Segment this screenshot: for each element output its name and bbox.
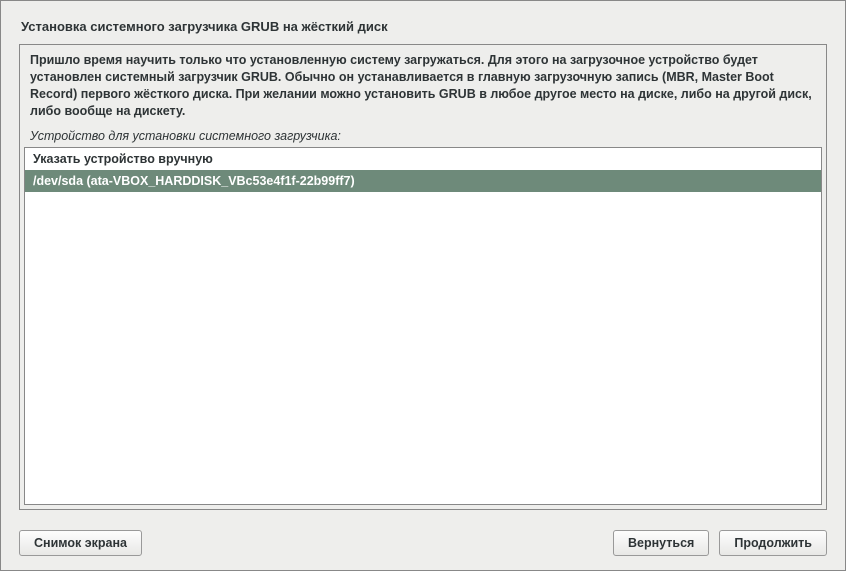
spacer: [152, 530, 603, 556]
list-item-manual[interactable]: Указать устройство вручную: [25, 148, 821, 170]
device-field-label: Устройство для установки системного загр…: [20, 125, 826, 147]
continue-button[interactable]: Продолжить: [719, 530, 827, 556]
installer-window: Установка системного загрузчика GRUB на …: [0, 0, 846, 571]
back-button[interactable]: Вернуться: [613, 530, 709, 556]
button-bar: Снимок экрана Вернуться Продолжить: [1, 522, 845, 570]
list-item-dev-sda[interactable]: /dev/sda (ata-VBOX_HARDDISK_VBc53e4f1f-2…: [25, 170, 821, 192]
device-list[interactable]: Указать устройство вручную /dev/sda (ata…: [24, 147, 822, 506]
content-frame: Пришло время научить только что установл…: [19, 44, 827, 510]
description-text: Пришло время научить только что установл…: [20, 45, 826, 125]
title-area: Установка системного загрузчика GRUB на …: [1, 1, 845, 44]
screenshot-button[interactable]: Снимок экрана: [19, 530, 142, 556]
page-title: Установка системного загрузчика GRUB на …: [21, 19, 825, 34]
